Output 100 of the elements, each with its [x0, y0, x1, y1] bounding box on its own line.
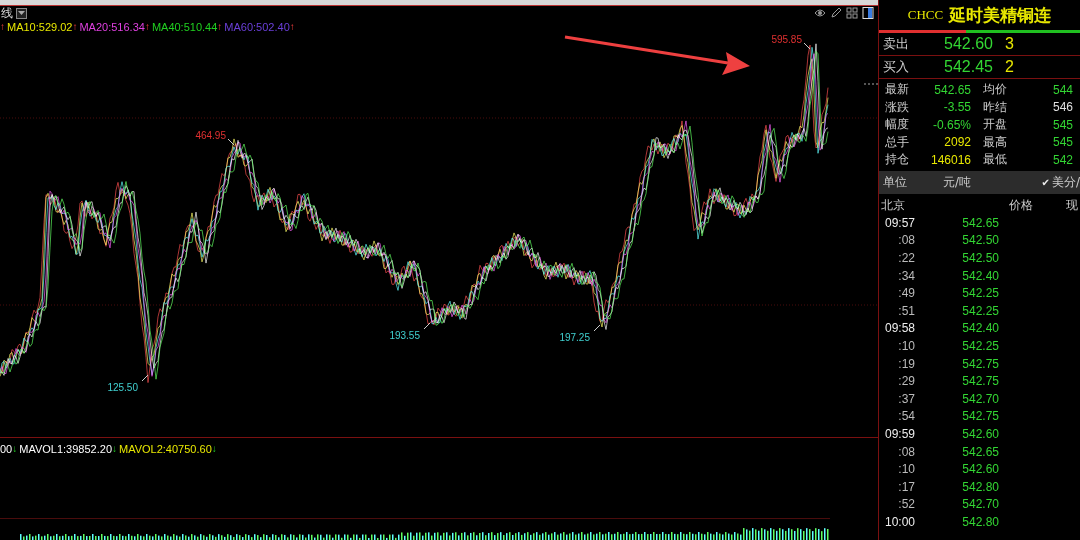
price-label: 464.95: [195, 130, 226, 141]
tick-price: 542.70: [961, 497, 999, 512]
legend-value: MA10:529.02: [7, 20, 73, 33]
trend-arrow: ↓: [211, 443, 217, 454]
legend-value: MA60:502.40: [224, 20, 290, 33]
tick-time: :37: [897, 391, 915, 406]
price-label: 193.55: [389, 330, 420, 341]
legend-value: MAVOL2:40750.60: [119, 442, 212, 455]
trend-arrow: ↑: [144, 21, 150, 32]
order-volume: 2: [1005, 58, 1014, 76]
panel-icon[interactable]: [862, 7, 874, 19]
stat-label: 最高: [982, 133, 1008, 151]
leader-line: [141, 374, 149, 382]
leader-line: [227, 138, 235, 146]
tick-time: :08: [897, 233, 915, 248]
unit-option: 美分/: [1051, 173, 1080, 191]
price-label: 197.25: [559, 332, 590, 343]
legend-value: MAVOL1:39852.20: [19, 442, 112, 455]
symbol-code: CHCC: [907, 7, 944, 23]
unit-label: 单位: [882, 173, 908, 191]
stat-label: 开盘: [982, 116, 1008, 134]
tick-price: 542.40: [961, 268, 999, 283]
stat-label: 涨跌: [884, 98, 910, 116]
tick-price: 542.65: [961, 444, 999, 459]
trend-arrow: ↑: [0, 21, 5, 32]
price-label: 125.50: [107, 382, 138, 393]
eye-icon[interactable]: [814, 7, 826, 19]
tick-time: :19: [897, 356, 915, 371]
tick-price: 542.80: [961, 515, 999, 529]
order-label: 卖出: [882, 35, 910, 53]
tick-time: :10: [897, 339, 915, 354]
order-volume: 3: [1005, 35, 1014, 53]
instrument-name: 延时美精铜连: [949, 3, 1052, 27]
tick-time: 09:57: [883, 215, 915, 230]
tick-time: :22: [897, 251, 915, 266]
stat-label: 持仓: [884, 151, 910, 169]
tick-price: 542.25: [961, 286, 999, 301]
order-price: 542.60: [943, 35, 993, 53]
tick-price: 542.40: [961, 321, 999, 336]
tick-price: 542.75: [961, 374, 999, 389]
tick-time: :49: [897, 286, 915, 301]
stat-value: 542.65: [933, 82, 971, 97]
column-header: 北京: [880, 196, 906, 214]
checkmark: ✔: [1041, 176, 1050, 188]
trend-arrow: ↓: [112, 443, 117, 454]
tick-time: 10:00: [883, 515, 915, 529]
tick-price: 542.65: [961, 215, 999, 230]
tick-time: :10: [897, 462, 915, 477]
dropdown-button[interactable]: [16, 7, 27, 19]
stat-value: -0.65%: [931, 117, 971, 132]
stat-label: 昨结: [982, 98, 1008, 116]
leader-line: [803, 42, 811, 50]
stat-value: 546: [1053, 100, 1075, 115]
stat-label: 总手: [884, 133, 910, 151]
order-label: 买入: [882, 58, 910, 76]
tick-price: 542.70: [961, 391, 999, 406]
tick-time: :29: [897, 374, 915, 389]
trend-arrow: ↓: [12, 443, 18, 454]
column-header: 价格: [1008, 196, 1033, 214]
legend-value: MA20:516.34: [79, 20, 145, 33]
tick-time: :34: [897, 268, 915, 283]
tick-time: :51: [897, 303, 915, 318]
stat-value: 545: [1053, 117, 1075, 132]
stat-label: 幅度: [884, 116, 910, 134]
tick-price: 542.25: [961, 339, 999, 354]
tick-price: 542.60: [961, 462, 999, 477]
stat-value: 2092: [943, 135, 971, 150]
grid-icon[interactable]: [846, 7, 858, 19]
tick-price: 542.50: [961, 251, 999, 266]
stat-label: 最新: [884, 81, 910, 99]
trend-arrow: ↑: [217, 21, 223, 32]
tick-price: 542.60: [961, 427, 999, 441]
stat-value: 545: [1053, 135, 1075, 150]
tick-time: 09:58: [883, 321, 915, 336]
tick-price: 542.50: [961, 233, 999, 248]
legend-value: MA40:510.44: [151, 20, 218, 33]
unit-value: 元/吨: [941, 173, 972, 191]
price-label: 595.85: [771, 34, 802, 45]
tick-time: 09:59: [883, 427, 915, 441]
dotted-marker: [863, 83, 878, 85]
legend-value: 00: [0, 442, 13, 455]
tick-price: 542.80: [961, 479, 999, 494]
tick-time: :54: [897, 409, 915, 424]
stat-value: 542: [1053, 152, 1075, 167]
tick-price: 542.75: [961, 356, 999, 371]
stat-value: -3.55: [942, 100, 971, 115]
trend-arrow: ↑: [72, 21, 78, 32]
leader-line: [593, 324, 601, 332]
tick-time: :08: [897, 444, 915, 459]
tick-price: 542.75: [961, 409, 999, 424]
order-price: 542.45: [943, 58, 993, 76]
stat-value: 146016: [929, 152, 971, 167]
period-label: 线: [1, 4, 13, 22]
stat-label: 均价: [982, 81, 1008, 99]
pencil-icon[interactable]: [830, 7, 842, 19]
stat-value: 544: [1053, 82, 1075, 97]
caret-icon: [18, 10, 25, 16]
tick-time: :52: [897, 497, 915, 512]
column-header: 现: [1066, 196, 1079, 214]
stat-label: 最低: [982, 151, 1008, 169]
